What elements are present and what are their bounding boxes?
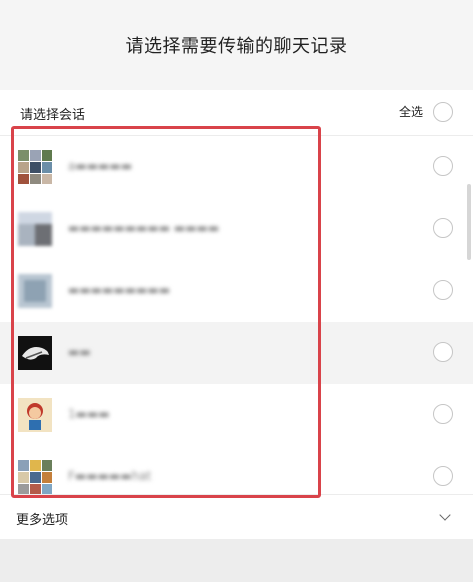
contact-avatar xyxy=(18,398,52,432)
select-header: 请选择会话 全选 xyxy=(0,90,473,136)
conversation-name: 1▬▬▬ xyxy=(68,407,110,421)
conversation-name: a▬▬▬▬▬ xyxy=(68,159,133,173)
conversation-radio[interactable] xyxy=(433,342,453,362)
conversation-radio[interactable] xyxy=(433,218,453,238)
conversation-row[interactable]: ▬▬▬▬▬▬▬▬▬ ▬▬▬▬ xyxy=(0,198,473,260)
conversation-radio[interactable] xyxy=(433,156,453,176)
conversation-list[interactable]: a▬▬▬▬▬ ▬▬▬▬▬▬▬▬▬ ▬▬▬▬ ▬▬▬▬▬▬▬▬▬ ▬▬ 1▬▬▬ … xyxy=(0,136,473,494)
select-all-label[interactable]: 全选 xyxy=(399,103,423,120)
conversation-name: ▬▬ xyxy=(68,345,91,359)
title-bar: 请选择需要传输的聊天记录 xyxy=(0,0,473,90)
conversation-row[interactable]: ▬▬▬▬▬▬▬▬▬ xyxy=(0,260,473,322)
more-options-row[interactable]: 更多选项 xyxy=(0,494,473,539)
page-title: 请选择需要传输的聊天记录 xyxy=(125,36,348,57)
conversation-radio[interactable] xyxy=(433,280,453,300)
conversation-name: ▬▬▬▬▬▬▬▬▬ ▬▬▬▬ xyxy=(68,221,220,235)
conversation-name: ▬▬▬▬▬▬▬▬▬ xyxy=(68,283,171,297)
conversation-name: F▬▬▬▬▬hat xyxy=(68,469,152,483)
contact-avatar xyxy=(18,336,52,370)
conversation-row[interactable]: a▬▬▬▬▬ xyxy=(0,136,473,198)
conversation-radio[interactable] xyxy=(433,466,453,486)
avatar-image xyxy=(27,403,43,430)
chevron-down-icon[interactable] xyxy=(439,509,451,521)
group-avatar xyxy=(18,460,52,494)
group-avatar xyxy=(18,274,52,308)
group-avatar xyxy=(18,212,52,246)
select-all-radio[interactable] xyxy=(433,102,453,122)
group-avatar xyxy=(18,150,52,184)
conversation-row[interactable]: F▬▬▬▬▬hat xyxy=(0,446,473,494)
conversation-row[interactable]: 1▬▬▬ xyxy=(0,384,473,446)
select-conversation-label: 请选择会话 xyxy=(20,108,86,123)
list-scrollbar[interactable] xyxy=(467,184,471,260)
conversation-panel: 请选择会话 全选 a▬▬▬▬▬ ▬▬▬▬▬▬▬▬▬ ▬▬▬▬ ▬▬▬▬▬▬▬▬▬… xyxy=(0,90,473,539)
conversation-row[interactable]: ▬▬ xyxy=(0,322,473,384)
avatar-image xyxy=(22,347,49,360)
conversation-radio[interactable] xyxy=(433,404,453,424)
more-options-label: 更多选项 xyxy=(16,513,69,528)
